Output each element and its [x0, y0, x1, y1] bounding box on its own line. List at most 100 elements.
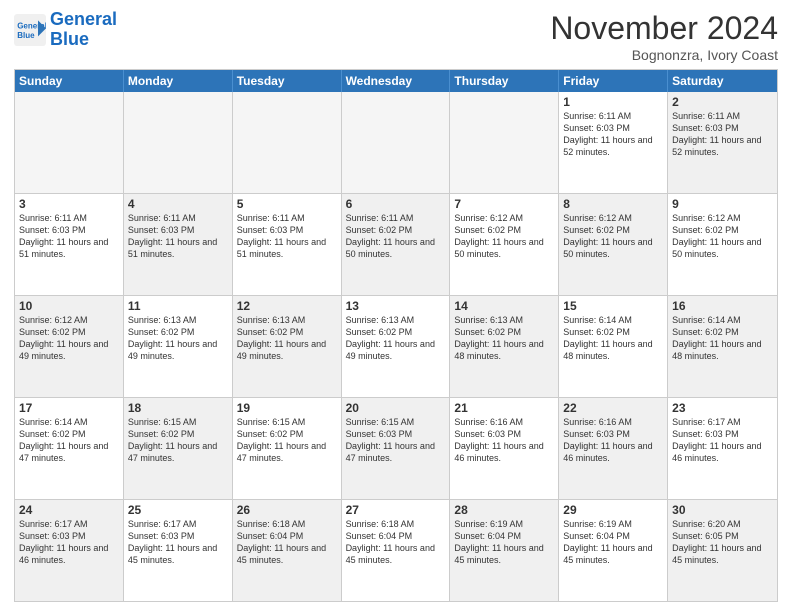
day-info: Sunrise: 6:14 AMSunset: 6:02 PMDaylight:… — [563, 314, 663, 363]
day-info: Sunrise: 6:13 AMSunset: 6:02 PMDaylight:… — [128, 314, 228, 363]
logo-area: General Blue GeneralBlue — [14, 10, 117, 50]
day-number: 5 — [237, 197, 337, 211]
calendar-header: SundayMondayTuesdayWednesdayThursdayFrid… — [15, 70, 777, 92]
calendar-row-4: 24 Sunrise: 6:17 AMSunset: 6:03 PMDayligh… — [15, 499, 777, 601]
day-info: Sunrise: 6:19 AMSunset: 6:04 PMDaylight:… — [563, 518, 663, 567]
day-number: 16 — [672, 299, 773, 313]
page: General Blue GeneralBlue November 2024 B… — [0, 0, 792, 612]
day-cell-2: 2Sunrise: 6:11 AMSunset: 6:03 PMDaylight… — [668, 92, 777, 193]
day-number: 21 — [454, 401, 554, 415]
empty-cell-0-4 — [450, 92, 559, 193]
day-cell-6: 6Sunrise: 6:11 AMSunset: 6:02 PMDaylight… — [342, 194, 451, 295]
day-number: 10 — [19, 299, 119, 313]
weekday-header-saturday: Saturday — [668, 70, 777, 92]
day-number: 28 — [454, 503, 554, 517]
day-number: 20 — [346, 401, 446, 415]
day-info: Sunrise: 6:20 AMSunset: 6:05 PMDaylight:… — [672, 518, 773, 567]
day-cell-14: 14Sunrise: 6:13 AMSunset: 6:02 PMDayligh… — [450, 296, 559, 397]
day-cell-12: 12Sunrise: 6:13 AMSunset: 6:02 PMDayligh… — [233, 296, 342, 397]
day-number: 6 — [346, 197, 446, 211]
day-cell-22: 22Sunrise: 6:16 AMSunset: 6:03 PMDayligh… — [559, 398, 668, 499]
month-title: November 2024 — [550, 10, 778, 47]
empty-cell-0-3 — [342, 92, 451, 193]
day-number: 14 — [454, 299, 554, 313]
day-info: Sunrise: 6:17 AMSunset: 6:03 PMDaylight:… — [128, 518, 228, 567]
day-info: Sunrise: 6:13 AMSunset: 6:02 PMDaylight:… — [346, 314, 446, 363]
calendar-row-3: 17Sunrise: 6:14 AMSunset: 6:02 PMDayligh… — [15, 397, 777, 499]
day-number: 4 — [128, 197, 228, 211]
day-number: 17 — [19, 401, 119, 415]
day-cell-23: 23Sunrise: 6:17 AMSunset: 6:03 PMDayligh… — [668, 398, 777, 499]
day-info: Sunrise: 6:14 AMSunset: 6:02 PMDaylight:… — [672, 314, 773, 363]
day-number: 24 — [19, 503, 119, 517]
svg-text:Blue: Blue — [17, 31, 35, 40]
calendar-row-2: 10Sunrise: 6:12 AMSunset: 6:02 PMDayligh… — [15, 295, 777, 397]
day-number: 11 — [128, 299, 228, 313]
day-number: 19 — [237, 401, 337, 415]
weekday-header-monday: Monday — [124, 70, 233, 92]
day-info: Sunrise: 6:15 AMSunset: 6:02 PMDaylight:… — [237, 416, 337, 465]
day-number: 25 — [128, 503, 228, 517]
day-cell-13: 13Sunrise: 6:13 AMSunset: 6:02 PMDayligh… — [342, 296, 451, 397]
day-info: Sunrise: 6:14 AMSunset: 6:02 PMDaylight:… — [19, 416, 119, 465]
day-number: 30 — [672, 503, 773, 517]
empty-cell-0-0 — [15, 92, 124, 193]
day-info: Sunrise: 6:16 AMSunset: 6:03 PMDaylight:… — [454, 416, 554, 465]
day-info: Sunrise: 6:18 AMSunset: 6:04 PMDaylight:… — [237, 518, 337, 567]
day-number: 12 — [237, 299, 337, 313]
weekday-header-sunday: Sunday — [15, 70, 124, 92]
day-number: 22 — [563, 401, 663, 415]
weekday-header-wednesday: Wednesday — [342, 70, 451, 92]
day-cell-21: 21Sunrise: 6:16 AMSunset: 6:03 PMDayligh… — [450, 398, 559, 499]
empty-cell-0-2 — [233, 92, 342, 193]
day-cell-27: 27Sunrise: 6:18 AMSunset: 6:04 PMDayligh… — [342, 500, 451, 601]
day-info: Sunrise: 6:15 AMSunset: 6:02 PMDaylight:… — [128, 416, 228, 465]
day-cell-30: 30Sunrise: 6:20 AMSunset: 6:05 PMDayligh… — [668, 500, 777, 601]
header: General Blue GeneralBlue November 2024 B… — [14, 10, 778, 63]
calendar: SundayMondayTuesdayWednesdayThursdayFrid… — [14, 69, 778, 602]
location: Bognonzra, Ivory Coast — [550, 47, 778, 63]
weekday-header-tuesday: Tuesday — [233, 70, 342, 92]
day-cell-19: 19Sunrise: 6:15 AMSunset: 6:02 PMDayligh… — [233, 398, 342, 499]
weekday-header-friday: Friday — [559, 70, 668, 92]
logo-text: GeneralBlue — [50, 10, 117, 50]
title-area: November 2024 Bognonzra, Ivory Coast — [550, 10, 778, 63]
empty-cell-0-1 — [124, 92, 233, 193]
day-number: 23 — [672, 401, 773, 415]
day-number: 3 — [19, 197, 119, 211]
day-cell-17: 17Sunrise: 6:14 AMSunset: 6:02 PMDayligh… — [15, 398, 124, 499]
day-info: Sunrise: 6:11 AMSunset: 6:03 PMDaylight:… — [19, 212, 119, 261]
day-number: 26 — [237, 503, 337, 517]
day-info: Sunrise: 6:12 AMSunset: 6:02 PMDaylight:… — [454, 212, 554, 261]
day-number: 8 — [563, 197, 663, 211]
day-cell-26: 26Sunrise: 6:18 AMSunset: 6:04 PMDayligh… — [233, 500, 342, 601]
day-cell-11: 11Sunrise: 6:13 AMSunset: 6:02 PMDayligh… — [124, 296, 233, 397]
calendar-row-1: 3Sunrise: 6:11 AMSunset: 6:03 PMDaylight… — [15, 193, 777, 295]
day-info: Sunrise: 6:13 AMSunset: 6:02 PMDaylight:… — [237, 314, 337, 363]
day-cell-25: 25Sunrise: 6:17 AMSunset: 6:03 PMDayligh… — [124, 500, 233, 601]
day-cell-1: 1Sunrise: 6:11 AMSunset: 6:03 PMDaylight… — [559, 92, 668, 193]
day-number: 15 — [563, 299, 663, 313]
day-number: 9 — [672, 197, 773, 211]
day-cell-5: 5Sunrise: 6:11 AMSunset: 6:03 PMDaylight… — [233, 194, 342, 295]
day-number: 1 — [563, 95, 663, 109]
day-cell-3: 3Sunrise: 6:11 AMSunset: 6:03 PMDaylight… — [15, 194, 124, 295]
day-info: Sunrise: 6:11 AMSunset: 6:03 PMDaylight:… — [237, 212, 337, 261]
day-number: 27 — [346, 503, 446, 517]
day-number: 7 — [454, 197, 554, 211]
day-cell-24: 24Sunrise: 6:17 AMSunset: 6:03 PMDayligh… — [15, 500, 124, 601]
day-cell-28: 28Sunrise: 6:19 AMSunset: 6:04 PMDayligh… — [450, 500, 559, 601]
day-number: 13 — [346, 299, 446, 313]
day-number: 18 — [128, 401, 228, 415]
day-info: Sunrise: 6:12 AMSunset: 6:02 PMDaylight:… — [563, 212, 663, 261]
day-cell-7: 7Sunrise: 6:12 AMSunset: 6:02 PMDaylight… — [450, 194, 559, 295]
day-cell-8: 8Sunrise: 6:12 AMSunset: 6:02 PMDaylight… — [559, 194, 668, 295]
day-info: Sunrise: 6:11 AMSunset: 6:02 PMDaylight:… — [346, 212, 446, 261]
day-info: Sunrise: 6:11 AMSunset: 6:03 PMDaylight:… — [672, 110, 773, 159]
day-info: Sunrise: 6:18 AMSunset: 6:04 PMDaylight:… — [346, 518, 446, 567]
day-info: Sunrise: 6:12 AMSunset: 6:02 PMDaylight:… — [19, 314, 119, 363]
day-info: Sunrise: 6:11 AMSunset: 6:03 PMDaylight:… — [128, 212, 228, 261]
day-cell-29: 29Sunrise: 6:19 AMSunset: 6:04 PMDayligh… — [559, 500, 668, 601]
day-cell-16: 16Sunrise: 6:14 AMSunset: 6:02 PMDayligh… — [668, 296, 777, 397]
day-info: Sunrise: 6:12 AMSunset: 6:02 PMDaylight:… — [672, 212, 773, 261]
